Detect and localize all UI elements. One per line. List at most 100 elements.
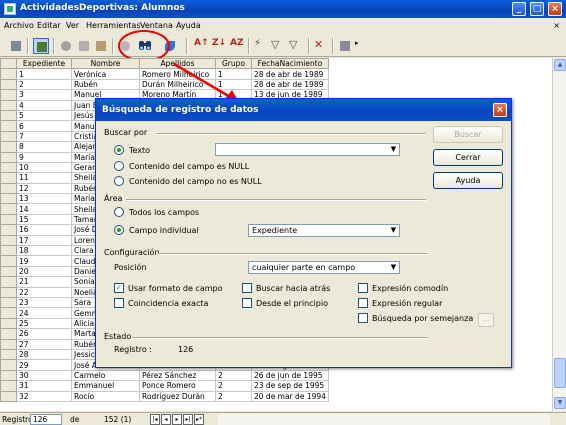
column-header[interactable]: Nombre	[71, 58, 140, 70]
table-cell[interactable]: 3	[16, 89, 72, 101]
table-cell[interactable]: 19	[16, 255, 72, 267]
scrollbar-thumb[interactable]	[554, 358, 566, 388]
scroll-up-icon[interactable]: ▲	[554, 59, 566, 71]
table-cell[interactable]: 4	[16, 99, 72, 111]
close-button[interactable]: ×	[548, 2, 562, 16]
table-cell[interactable]: 21	[16, 276, 72, 288]
table-cell[interactable]: 30	[16, 369, 72, 382]
cut-icon[interactable]	[58, 38, 74, 54]
match-case-checkbox[interactable]	[114, 298, 124, 308]
save-record-icon[interactable]	[8, 38, 24, 54]
row-header[interactable]	[0, 213, 17, 226]
sort-icon[interactable]: AZ	[230, 38, 246, 54]
table-cell[interactable]: 26 de jun de 1995	[251, 369, 329, 382]
autofilter-icon[interactable]: ⚡	[254, 38, 270, 54]
table-cell[interactable]: Emmanuel	[71, 380, 140, 392]
table-cell[interactable]: 14	[16, 203, 72, 215]
row-header[interactable]	[0, 193, 17, 205]
row-header[interactable]	[0, 182, 17, 195]
first-record-icon[interactable]: |◂	[150, 414, 160, 425]
row-header[interactable]	[0, 245, 17, 257]
minimize-button[interactable]: _	[512, 2, 526, 16]
table-cell[interactable]: Rubén	[71, 78, 140, 91]
similarity-options-button[interactable]: ...	[478, 313, 494, 327]
table-cell[interactable]: 10	[16, 161, 72, 174]
table-cell[interactable]: 2	[215, 390, 252, 402]
column-header[interactable]: FechaNacimiento	[251, 58, 329, 70]
table-cell[interactable]: 16	[16, 224, 72, 236]
apply-filter-icon[interactable]: ▽	[271, 38, 287, 54]
table-cell[interactable]: 8	[16, 141, 72, 153]
table-cell[interactable]: 2	[215, 369, 252, 382]
row-header[interactable]	[0, 390, 17, 402]
table-row[interactable]: 31 Emmanuel Ponce Romero 2 23 de sep de 1995	[0, 380, 329, 392]
copy-icon[interactable]	[76, 38, 92, 54]
text-radio[interactable]	[114, 145, 124, 155]
table-row[interactable]: 2 Rubén Durán Milheirico 1 28 de abr de 1989	[0, 78, 329, 91]
row-header[interactable]	[0, 286, 17, 299]
row-header[interactable]	[0, 203, 17, 215]
row-header[interactable]	[0, 328, 17, 340]
position-select[interactable]: cualquier parte en campo ▼	[248, 261, 400, 274]
row-header[interactable]	[0, 89, 17, 101]
table-cell[interactable]: 32	[16, 390, 72, 402]
table-cell[interactable]: Carmelo	[71, 369, 140, 382]
table-cell[interactable]: 23 de sep de 1995	[251, 380, 329, 392]
sort-ascending-icon[interactable]: A↑	[194, 38, 210, 54]
single-field-radio[interactable]	[114, 225, 124, 235]
table-cell[interactable]: 28 de abr de 1989	[251, 78, 329, 91]
row-header[interactable]	[0, 224, 17, 236]
table-cell[interactable]: 23	[16, 296, 72, 309]
row-header[interactable]	[0, 369, 17, 382]
row-header[interactable]	[0, 380, 17, 392]
row-header[interactable]	[0, 234, 17, 247]
menu-ayuda[interactable]: Ayuda	[176, 21, 201, 30]
menu-archivo[interactable]: Archivo	[4, 21, 34, 30]
sort-descending-icon[interactable]: Z↓	[212, 38, 228, 54]
table-cell[interactable]: 26	[16, 328, 72, 340]
table-cell[interactable]: 6	[16, 120, 72, 132]
table-cell[interactable]: 31	[16, 380, 72, 392]
table-cell[interactable]: 29	[16, 359, 72, 371]
table-cell[interactable]: 11	[16, 172, 72, 184]
dialog-close-button[interactable]: ×	[493, 103, 507, 117]
table-cell[interactable]: 15	[16, 213, 72, 226]
column-header[interactable]: Expediente	[16, 58, 72, 70]
edit-mode-icon[interactable]	[33, 38, 49, 54]
row-header[interactable]	[0, 151, 17, 163]
horizontal-scrollbar[interactable]	[218, 414, 550, 425]
menu-herramientas[interactable]: Herramientas	[86, 21, 141, 30]
field-select[interactable]: Expediente ▼	[248, 224, 400, 237]
remove-filter-icon[interactable]: ✕	[314, 38, 330, 54]
table-cell[interactable]: 18	[16, 245, 72, 257]
table-cell[interactable]: 17	[16, 234, 72, 247]
new-record-icon[interactable]: ▸*	[194, 414, 204, 425]
row-header[interactable]	[0, 255, 17, 267]
row-header[interactable]	[0, 307, 17, 319]
row-header[interactable]	[0, 99, 17, 111]
table-cell[interactable]: Rocío	[71, 390, 140, 402]
row-header[interactable]	[0, 141, 17, 153]
row-header[interactable]	[0, 120, 17, 132]
chevron-down-icon[interactable]: ▼	[388, 144, 399, 155]
previous-record-icon[interactable]: ◂	[161, 414, 171, 425]
regex-checkbox[interactable]	[358, 298, 368, 308]
row-header[interactable]	[0, 348, 17, 361]
table-cell[interactable]: 1	[16, 68, 72, 80]
table-row[interactable]: 30 Carmelo Pérez Sánchez 2 26 de jun de 1995	[0, 369, 329, 382]
search-button[interactable]: Buscar	[433, 126, 503, 143]
table-cell[interactable]: 22	[16, 286, 72, 299]
toolbar-overflow-icon[interactable]: ▸	[355, 38, 363, 54]
table-cell[interactable]: 5	[16, 109, 72, 122]
search-text-input[interactable]: ▼	[215, 143, 400, 156]
row-header[interactable]	[0, 109, 17, 122]
close-dialog-button[interactable]: Cerrar	[433, 149, 503, 166]
row-header[interactable]	[0, 161, 17, 174]
menu-ver[interactable]: Ver	[66, 21, 79, 30]
table-cell[interactable]: 12	[16, 182, 72, 195]
vertical-scrollbar[interactable]: ▲ ▼	[552, 58, 566, 411]
similarity-checkbox[interactable]	[358, 313, 368, 323]
scroll-down-icon[interactable]: ▼	[554, 397, 566, 409]
table-cell[interactable]: 27	[16, 338, 72, 350]
row-header[interactable]	[0, 130, 17, 143]
